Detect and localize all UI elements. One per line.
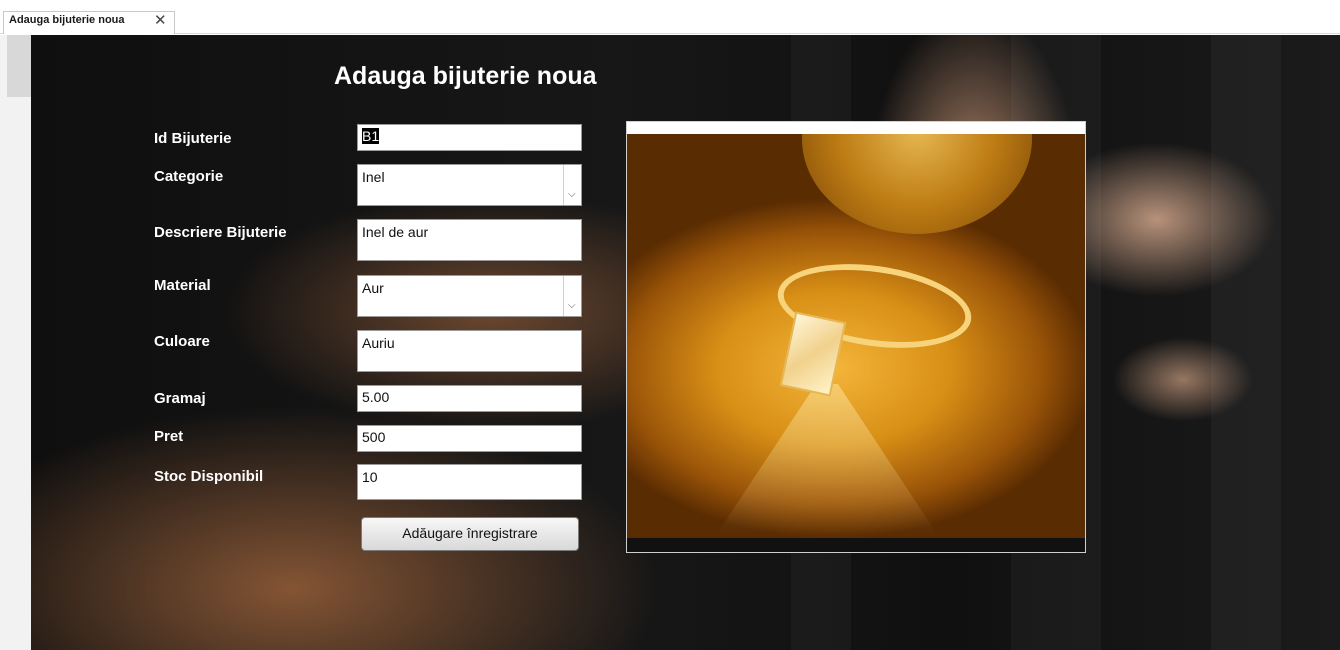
stoc-disponibil-field[interactable]: 10: [357, 464, 582, 500]
ring-photo: [627, 134, 1085, 538]
label-pret: Pret: [154, 428, 184, 445]
tab-adauga-bijuterie[interactable]: Adauga bijuterie noua ✕: [3, 11, 175, 34]
label-id-bijuterie: Id Bijuterie: [154, 130, 232, 147]
chevron-down-icon: ⌵: [568, 189, 576, 200]
record-selector[interactable]: [7, 35, 31, 97]
label-categorie: Categorie: [154, 168, 224, 185]
tab-title: Adauga bijuterie noua: [9, 14, 125, 26]
categorie-value: Inel: [362, 169, 385, 185]
descriere-bijuterie-value: Inel de aur: [362, 224, 429, 240]
culoare-value: Auriu: [362, 335, 395, 351]
label-descriere-bijuterie: Descriere Bijuterie: [154, 224, 287, 241]
add-record-button[interactable]: Adăugare înregistrare: [361, 517, 579, 551]
material-value: Aur: [362, 280, 384, 296]
culoare-field[interactable]: Auriu: [357, 330, 582, 372]
stoc-disponibil-value: 10: [362, 469, 378, 485]
background-fold: [1211, 35, 1281, 650]
material-combobox[interactable]: Aur ⌵: [357, 275, 582, 317]
form-title: Adauga bijuterie noua: [334, 62, 597, 90]
gramaj-value: 5.00: [362, 389, 390, 405]
jewelry-photo-frame: [626, 121, 1086, 553]
material-dropdown-button[interactable]: ⌵: [563, 276, 581, 316]
form-canvas: Adauga bijuterie noua Id Bijuterie Categ…: [31, 35, 1340, 650]
label-culoare: Culoare: [154, 333, 210, 350]
id-bijuterie-value: B1: [362, 128, 380, 144]
photo-bottom-strip: [627, 538, 1085, 552]
gramaj-field[interactable]: 5.00: [357, 385, 582, 412]
close-icon[interactable]: ✕: [154, 11, 167, 29]
form-gutter: [0, 35, 31, 650]
label-stoc-disponibil: Stoc Disponibil: [154, 468, 264, 485]
photo-bokeh: [802, 134, 1032, 234]
photo-top-strip: [627, 122, 1085, 134]
label-gramaj: Gramaj: [154, 390, 206, 407]
photo-light-rays: [717, 384, 937, 534]
pret-field[interactable]: 500: [357, 425, 582, 452]
id-bijuterie-field[interactable]: B1: [357, 124, 582, 151]
chevron-down-icon: ⌵: [568, 300, 576, 311]
categorie-combobox[interactable]: Inel ⌵: [357, 164, 582, 206]
categorie-dropdown-button[interactable]: ⌵: [563, 165, 581, 205]
descriere-bijuterie-field[interactable]: Inel de aur: [357, 219, 582, 261]
ring-gem: [779, 311, 847, 397]
label-material: Material: [154, 277, 211, 294]
pret-value: 500: [362, 429, 386, 445]
document-tab-bar: Adauga bijuterie noua ✕: [0, 0, 1340, 34]
